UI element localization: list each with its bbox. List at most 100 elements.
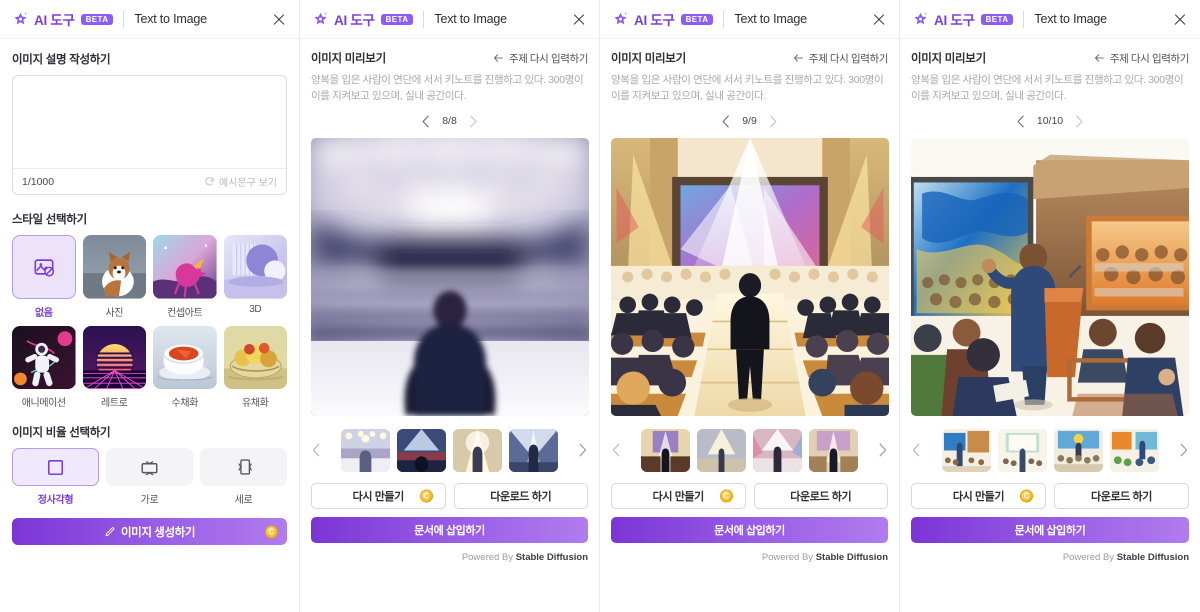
image-pager: 9/9 — [611, 112, 888, 130]
style-option-3d[interactable]: 3D — [223, 235, 287, 319]
beta-badge: BETA — [680, 13, 714, 25]
regenerate-label: 다시 만들기 — [652, 491, 705, 504]
compose-body: 이미지 설명 작성하기 1/1000 예시문구 보기 스타일 선택하기 없음 사… — [0, 39, 299, 545]
arrow-left-icon — [493, 54, 503, 62]
download-button[interactable]: 다운로드 하기 — [753, 483, 888, 510]
download-label: 다운로드 하기 — [490, 491, 552, 504]
chevron-left-icon[interactable] — [421, 115, 431, 128]
preview-top-row: 이미지 미리보기 주제 다시 입력하기 — [611, 50, 888, 66]
download-label: 다운로드 하기 — [1091, 491, 1152, 504]
header-divider — [423, 10, 425, 28]
regenerate-button[interactable]: 다시 만들기 C — [911, 483, 1046, 510]
style-thumb-watercolor — [153, 325, 217, 389]
thumbnails-prev-icon[interactable] — [911, 443, 922, 457]
preview-image-main[interactable] — [611, 138, 889, 417]
thumbnail-item[interactable] — [697, 428, 746, 472]
example-phrases-label: 예시문구 보기 — [219, 178, 277, 189]
brand-name: AI 도구 — [934, 13, 975, 28]
chevron-left-icon[interactable] — [1016, 115, 1026, 128]
thumbnail-strip — [911, 428, 1189, 472]
generate-image-button[interactable]: 이미지 생성하기 C — [12, 518, 287, 545]
ratio-grid: 정사각형 가로 세로 — [12, 448, 287, 506]
ratio-box-portrait — [200, 448, 287, 486]
close-icon[interactable] — [269, 9, 289, 29]
header-divider — [1023, 10, 1025, 28]
chevron-left-icon[interactable] — [721, 115, 731, 128]
thumbnail-item[interactable] — [509, 428, 558, 472]
chevron-right-icon[interactable] — [468, 115, 478, 128]
style-label: 없음 — [34, 307, 53, 319]
thumbnail-item[interactable] — [1109, 428, 1159, 472]
ratio-option-landscape[interactable]: 가로 — [106, 448, 193, 506]
insert-into-document-button[interactable]: 문서에 삽입하기 — [611, 517, 888, 544]
char-counter: 1/1000 — [22, 175, 55, 188]
thumbnail-item[interactable] — [1053, 428, 1103, 472]
ratio-option-portrait[interactable]: 세로 — [200, 448, 287, 506]
close-icon[interactable] — [569, 9, 589, 29]
panel-header: AI 도구 BETA Text to Image — [600, 0, 899, 39]
regenerate-button[interactable]: 다시 만들기 C — [311, 483, 446, 510]
powered-prefix: Powered By — [761, 552, 816, 564]
thumbnail-item[interactable] — [941, 428, 991, 472]
style-option-animation[interactable]: 애니메이션 — [12, 325, 76, 409]
prompt-textarea[interactable] — [13, 76, 286, 168]
thumbnails-next-icon[interactable] — [877, 443, 888, 457]
back-to-prompt-button[interactable]: 주제 다시 입력하기 — [793, 51, 888, 66]
chevron-right-icon[interactable] — [768, 115, 778, 128]
thumbnail-item[interactable] — [809, 428, 858, 472]
thumbnail-item[interactable] — [453, 428, 502, 472]
powered-prefix: Powered By — [1062, 552, 1117, 564]
powered-by: Powered By Stable Diffusion — [611, 552, 888, 563]
ratio-option-square[interactable]: 정사각형 — [12, 448, 99, 506]
style-option-watercolor[interactable]: 수채화 — [153, 325, 217, 409]
thumbnail-item[interactable] — [397, 428, 446, 472]
example-phrases-button[interactable]: 예시문구 보기 — [204, 174, 277, 189]
thumbnail-item[interactable] — [753, 428, 802, 472]
panel-preview-2: AI 도구 BETA Text to Image 이미지 미리보기 주제 다시 … — [600, 0, 900, 612]
style-thumb-concept-art — [153, 235, 217, 299]
style-section: 스타일 선택하기 없음 사진 컨셉아트 3D 애니메이션 레트로 수채화 유채화 — [12, 211, 287, 409]
back-to-prompt-button[interactable]: 주제 다시 입력하기 — [493, 51, 588, 66]
chevron-right-icon[interactable] — [1074, 115, 1084, 128]
thumbnail-item[interactable] — [641, 428, 690, 472]
thumbnails-next-icon[interactable] — [1178, 443, 1189, 457]
style-option-none[interactable]: 없음 — [12, 235, 76, 319]
preview-image-main[interactable] — [911, 138, 1189, 417]
download-button[interactable]: 다운로드 하기 — [453, 483, 588, 510]
download-button[interactable]: 다운로드 하기 — [1054, 483, 1189, 510]
preview-image-main[interactable] — [311, 138, 589, 417]
style-grid: 없음 사진 컨셉아트 3D 애니메이션 레트로 수채화 유채화 — [12, 235, 287, 409]
style-option-retro[interactable]: 레트로 — [82, 325, 146, 409]
close-icon[interactable] — [869, 9, 889, 29]
style-label: 레트로 — [101, 398, 128, 409]
style-label: 컨셉아트 — [167, 307, 203, 319]
back-to-prompt-label: 주제 다시 입력하기 — [808, 52, 889, 65]
insert-label: 문서에 삽입하기 — [414, 525, 485, 538]
style-option-photo[interactable]: 사진 — [82, 235, 146, 319]
thumbnails-prev-icon[interactable] — [611, 443, 622, 457]
credit-badge: C — [1020, 489, 1033, 503]
thumbnail-item[interactable] — [341, 428, 390, 472]
close-icon[interactable] — [1170, 9, 1190, 29]
insert-into-document-button[interactable]: 문서에 삽입하기 — [311, 517, 588, 544]
thumbnails-next-icon[interactable] — [577, 443, 588, 457]
back-to-prompt-button[interactable]: 주제 다시 입력하기 — [1094, 51, 1189, 66]
prompt-footer: 1/1000 예시문구 보기 — [13, 168, 286, 194]
thumbnail-strip — [611, 428, 888, 472]
regenerate-button[interactable]: 다시 만들기 C — [611, 483, 746, 510]
thumbnail-item[interactable] — [997, 428, 1047, 472]
download-label: 다운로드 하기 — [790, 491, 852, 504]
style-option-concept-art[interactable]: 컨셉아트 — [153, 235, 217, 319]
thumbnails-prev-icon[interactable] — [311, 443, 322, 457]
beta-badge: BETA — [80, 13, 114, 25]
sparkle-star-icon — [914, 12, 927, 24]
preview-top-row: 이미지 미리보기 주제 다시 입력하기 — [311, 50, 588, 66]
ratio-section-title: 이미지 비율 선택하기 — [12, 427, 111, 439]
insert-into-document-button[interactable]: 문서에 삽입하기 — [911, 517, 1189, 544]
brand-name: AI 도구 — [634, 13, 675, 28]
panel-preview-3: AI 도구 BETA Text to Image 이미지 미리보기 주제 다시 … — [900, 0, 1200, 612]
style-label: 수채화 — [171, 398, 199, 409]
panel-preview-1: AI 도구 BETA Text to Image 이미지 미리보기 주제 다시 … — [300, 0, 600, 612]
style-option-oil-painting[interactable]: 유채화 — [223, 325, 287, 409]
action-buttons: 다시 만들기 C 다운로드 하기 — [311, 483, 588, 510]
